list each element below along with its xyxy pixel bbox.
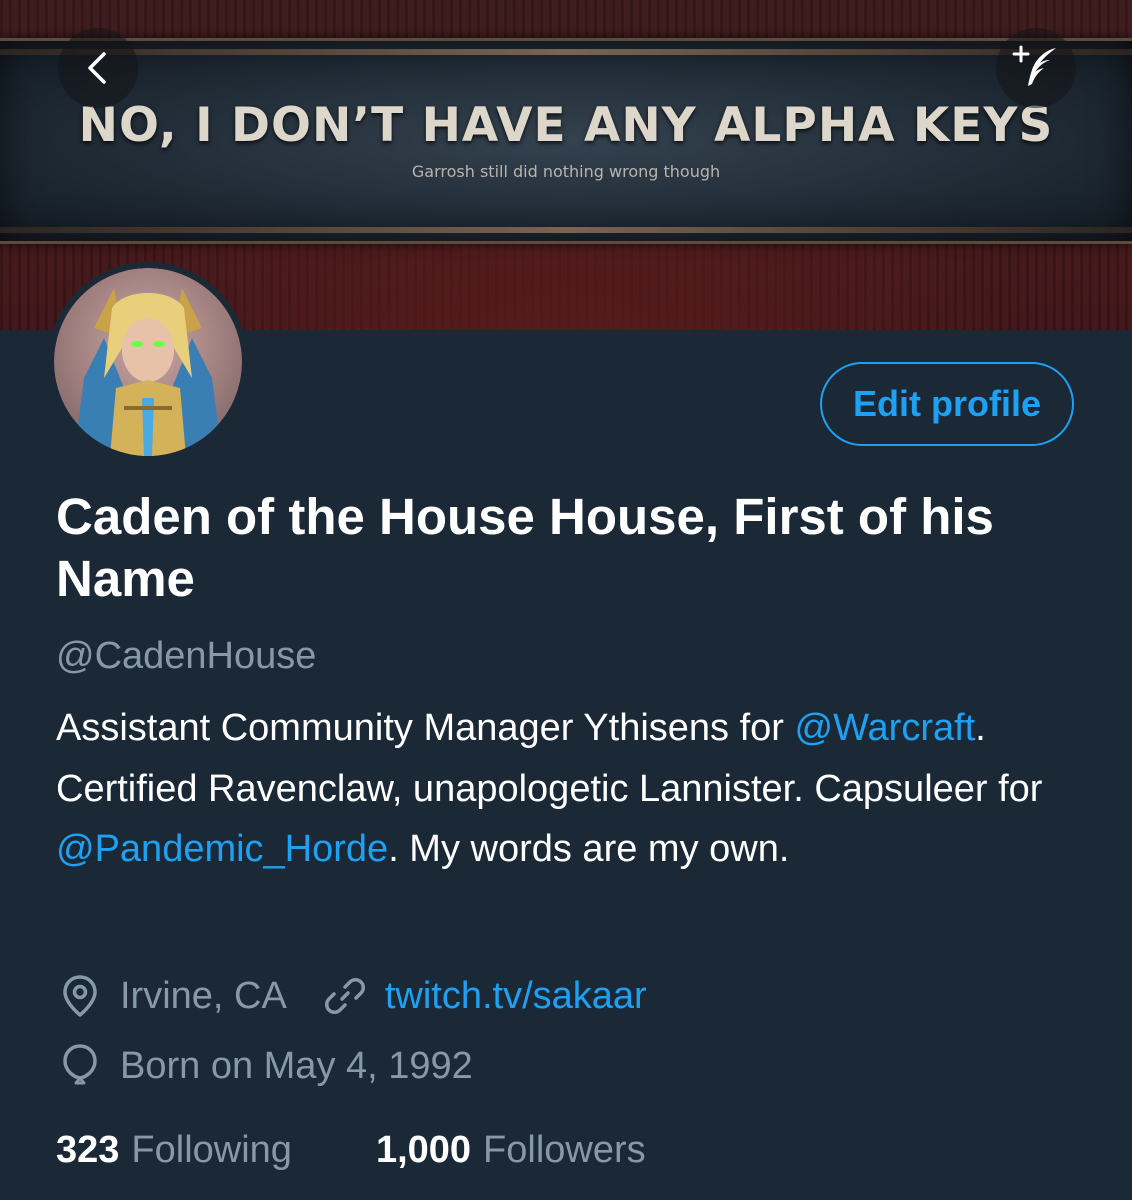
edit-profile-button[interactable]: Edit profile (820, 362, 1074, 446)
following-label: Following (131, 1128, 292, 1171)
website-link[interactable]: twitch.tv/sakaar (385, 975, 647, 1018)
banner-subtitle: Garrosh still did nothing wrong though (411, 162, 721, 181)
link-icon (321, 972, 369, 1020)
location-pin-icon (56, 972, 104, 1020)
banner-headline: NO, I DON’T HAVE ANY ALPHA KEYS (78, 98, 1054, 153)
following-count: 323 (56, 1128, 120, 1171)
compose-tweet-feather-icon (1012, 45, 1056, 86)
mention-link-pandemic-horde[interactable]: @Pandemic_Horde (56, 828, 388, 870)
profile-meta-location-website: Irvine, CA twitch.tv/sakaar (56, 968, 647, 1024)
following-count-link[interactable]: 323 Following (56, 1129, 292, 1172)
birth-date-text: Born on May 4, 1992 (120, 1044, 473, 1087)
chevron-left-icon (88, 52, 106, 84)
location-text: Irvine, CA (120, 974, 287, 1017)
follow-counts: 323 Following 1,000 Followers (56, 1122, 646, 1178)
profile-meta-birth: Born on May 4, 1992 (56, 1038, 473, 1094)
compose-tweet-button[interactable] (996, 28, 1076, 108)
display-name: Caden of the House House, First of his N… (56, 488, 994, 607)
avatar-image (54, 268, 242, 456)
bio-text: . My words are my own. (388, 828, 790, 870)
followers-label: Followers (483, 1128, 646, 1171)
balloon-icon (56, 1042, 104, 1090)
avatar[interactable] (48, 262, 248, 462)
profile-bio: Assistant Community Manager Ythisens for… (56, 698, 1106, 880)
bio-text: Assistant Community Manager Ythisens for (56, 707, 795, 749)
user-handle: @CadenHouse (56, 635, 317, 677)
back-button[interactable] (58, 28, 138, 108)
followers-count: 1,000 (375, 1128, 472, 1171)
followers-count-link[interactable]: 1,000 Followers (376, 1129, 646, 1172)
mention-link-warcraft[interactable]: @Warcraft (795, 707, 976, 749)
